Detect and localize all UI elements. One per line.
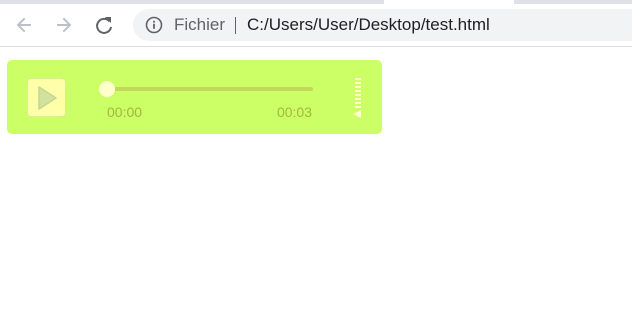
current-time: 00:00 bbox=[107, 104, 143, 120]
seek-thumb[interactable] bbox=[99, 81, 115, 97]
back-button[interactable] bbox=[8, 9, 40, 41]
address-bar[interactable]: Fichier C:/Users/User/Desktop/test.html bbox=[133, 9, 632, 41]
arrow-left-icon bbox=[16, 17, 31, 33]
duration-time: 00:03 bbox=[276, 104, 312, 120]
info-icon[interactable] bbox=[145, 16, 163, 34]
browser-toolbar: Fichier C:/Users/User/Desktop/test.html bbox=[0, 4, 632, 47]
forward-button[interactable] bbox=[48, 9, 80, 41]
volume-icon[interactable] bbox=[349, 78, 365, 118]
url-text[interactable]: C:/Users/User/Desktop/test.html bbox=[247, 9, 490, 41]
play-button[interactable] bbox=[27, 78, 66, 117]
reload-icon bbox=[96, 17, 112, 34]
site-info-chip-label[interactable]: Fichier bbox=[174, 9, 225, 41]
audio-player: 00:00 00:03 bbox=[7, 60, 382, 134]
chip-separator bbox=[235, 17, 236, 34]
reload-button[interactable] bbox=[88, 9, 120, 41]
seek-bar[interactable] bbox=[99, 81, 313, 97]
play-icon bbox=[37, 85, 57, 110]
arrow-right-icon bbox=[57, 17, 72, 33]
